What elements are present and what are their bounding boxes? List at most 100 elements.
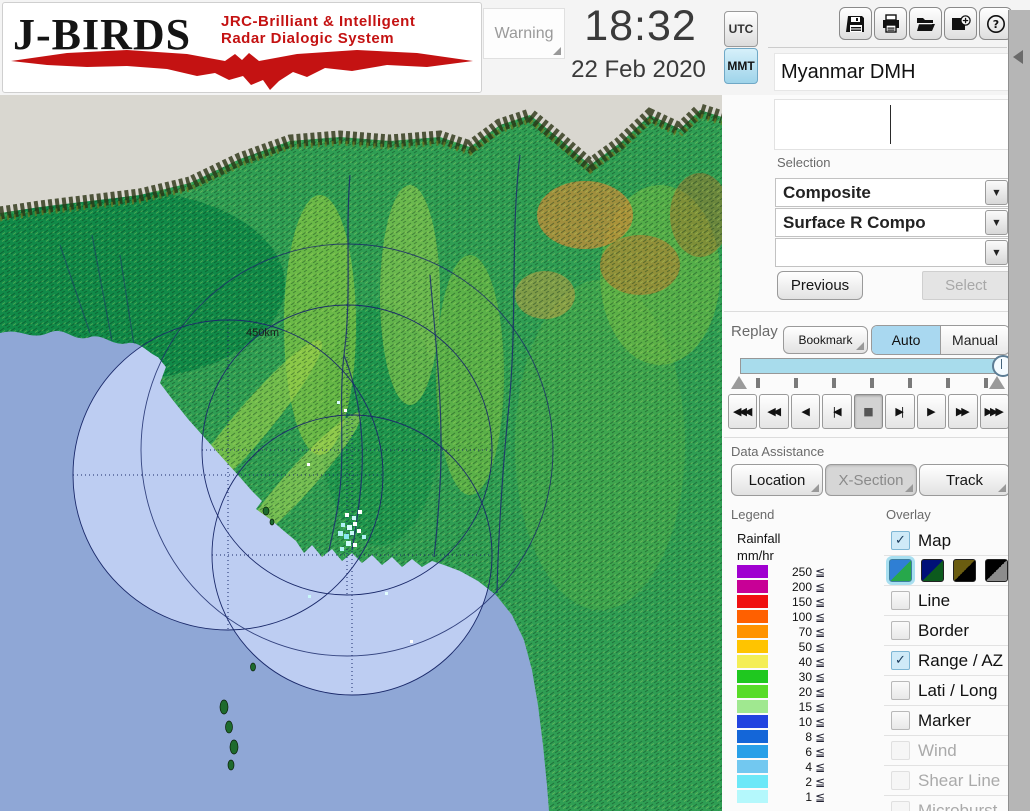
manual-mode-button[interactable]: Manual <box>941 326 1009 354</box>
forward-fast-button[interactable]: ▶▶▶ <box>979 394 1009 429</box>
data-assistance-section-label: Data Assistance <box>731 444 825 459</box>
map-style-swatch-3[interactable] <box>953 559 976 582</box>
marker-checkbox[interactable] <box>891 711 910 730</box>
less-equal-symbol: ≦ <box>815 639 826 654</box>
legend-color-swatch <box>737 790 768 803</box>
overlay-row-border: Border <box>884 615 1008 645</box>
panel-collapse-arrow[interactable] <box>1013 50 1023 64</box>
legend-row: 30 ≦ <box>737 669 825 684</box>
overlay-row-wind: Wind <box>884 735 1008 765</box>
legend-row: 15 ≦ <box>737 699 825 714</box>
microburst-checkbox <box>891 801 910 811</box>
stop-button[interactable]: ■ <box>853 394 884 429</box>
product-option-dropdown[interactable]: ▼ <box>775 238 1010 267</box>
bookmark-button[interactable]: Bookmark <box>783 326 868 354</box>
select-button[interactable]: Select <box>922 271 1010 300</box>
map-viewport[interactable]: 450km <box>0 95 722 811</box>
legend-color-swatch <box>737 730 768 743</box>
product-type-dropdown[interactable]: Surface R Compo ▼ <box>775 208 1010 237</box>
product-group-dropdown[interactable]: Composite ▼ <box>775 178 1010 207</box>
map-style-swatch-4[interactable] <box>985 559 1008 582</box>
chevron-down-icon[interactable]: ▼ <box>985 210 1008 235</box>
replay-mode-group: Auto Manual <box>871 325 1010 355</box>
less-equal-symbol: ≦ <box>815 669 826 684</box>
legend-section-label: Legend <box>731 507 775 522</box>
legend-value: 1 <box>805 789 812 804</box>
skip-end-button[interactable]: ▶| <box>885 394 915 429</box>
legend-value: 200 <box>791 579 812 594</box>
legend-value: 2 <box>805 774 812 789</box>
overlay-label-wind: Wind <box>918 740 957 760</box>
legend-value: 10 <box>798 714 812 729</box>
legend-value: 15 <box>798 699 812 714</box>
legend-value: 4 <box>805 759 812 774</box>
slider-tick <box>870 378 874 388</box>
play-reverse-button[interactable]: ◀ <box>790 394 821 429</box>
less-equal-symbol: ≦ <box>815 774 826 789</box>
line-checkbox[interactable] <box>891 591 910 610</box>
legend-value: 150 <box>791 594 812 609</box>
logo-subtitle-line1: JRC-Brilliant & Intelligent <box>221 13 416 30</box>
legend-row: 4 ≦ <box>737 759 825 774</box>
previous-label: Previous <box>790 277 850 294</box>
station-label: Myanmar DMH <box>781 60 916 83</box>
less-equal-symbol: ≦ <box>815 609 826 624</box>
track-button[interactable]: Track <box>919 464 1010 496</box>
separator <box>724 437 1008 438</box>
replay-timeline-slider[interactable] <box>740 355 1014 377</box>
rainfall-legend-scale: 250 ≦ 200 ≦ 150 ≦ 100 ≦ 70 ≦ 50 ≦ 40 ≦ 30 ≦ 20 ≦ 15 ≦ 10 ≦ 8 ≦ 6… <box>737 564 825 804</box>
map-style-swatch-1[interactable] <box>889 559 912 582</box>
track-label: Track <box>946 471 983 489</box>
legend-row: 20 ≦ <box>737 684 825 699</box>
rewind-fast-button[interactable]: ◀◀◀ <box>728 394 758 429</box>
logo: J-BIRDS JRC-Brilliant & Intelligent Rada… <box>2 2 482 93</box>
playback-controls: ◀◀◀ ◀◀ ◀ |◀ ■ ▶| ▶ ▶▶ ▶▶▶ <box>728 394 1009 429</box>
legend-row: 100 ≦ <box>737 609 825 624</box>
add-image-button[interactable] <box>944 7 977 40</box>
rewind-button[interactable]: ◀◀ <box>759 394 789 429</box>
play-button[interactable]: ▶ <box>916 394 947 429</box>
range-az-checkbox[interactable]: ✓ <box>891 651 910 670</box>
legend-color-swatch <box>737 655 768 668</box>
overlay-row-shear-line: Shear Line <box>884 765 1008 795</box>
legend-value: 6 <box>805 744 812 759</box>
legend-value: 250 <box>791 564 812 579</box>
legend-color-swatch <box>737 685 768 698</box>
previous-button[interactable]: Previous <box>777 271 863 300</box>
utc-button[interactable]: UTC <box>724 11 758 47</box>
legend-color-swatch <box>737 775 768 788</box>
location-button[interactable]: Location <box>731 464 823 496</box>
x-section-button[interactable]: X-Section <box>825 464 917 496</box>
overlay-label-map: Map <box>918 530 952 550</box>
legend-color-swatch <box>737 715 768 728</box>
border-checkbox[interactable] <box>891 621 910 640</box>
legend-row: 40 ≦ <box>737 654 825 669</box>
legend-color-swatch <box>737 745 768 758</box>
timeline-start-marker <box>731 376 747 389</box>
save-button[interactable] <box>839 7 872 40</box>
clock-date: 22 Feb 2020 <box>571 56 706 83</box>
map-style-swatch-2[interactable] <box>921 559 944 582</box>
help-icon: ? <box>986 14 1005 33</box>
chevron-down-icon[interactable]: ▼ <box>985 180 1008 205</box>
lati-long-checkbox[interactable] <box>891 681 910 700</box>
less-equal-symbol: ≦ <box>815 594 826 609</box>
open-folder-icon <box>916 17 935 31</box>
less-equal-symbol: ≦ <box>815 714 826 729</box>
warning-button[interactable]: Warning <box>483 8 565 59</box>
overlay-label-range-az: Range / AZ <box>918 650 1004 670</box>
less-equal-symbol: ≦ <box>815 699 826 714</box>
overlay-label-line: Line <box>918 590 951 610</box>
map-checkbox[interactable]: ✓ <box>891 531 910 550</box>
mmt-button[interactable]: MMT <box>724 48 758 84</box>
open-folder-button[interactable] <box>909 7 942 40</box>
skip-start-button[interactable]: |◀ <box>822 394 852 429</box>
chevron-down-icon[interactable]: ▼ <box>985 240 1008 265</box>
warning-label: Warning <box>494 24 554 42</box>
overlay-row-line: Line <box>884 585 1008 615</box>
forward-button[interactable]: ▶▶ <box>948 394 978 429</box>
print-button[interactable] <box>874 7 907 40</box>
legend-row: 70 ≦ <box>737 624 825 639</box>
auto-mode-button[interactable]: Auto <box>872 326 941 354</box>
less-equal-symbol: ≦ <box>815 564 826 579</box>
